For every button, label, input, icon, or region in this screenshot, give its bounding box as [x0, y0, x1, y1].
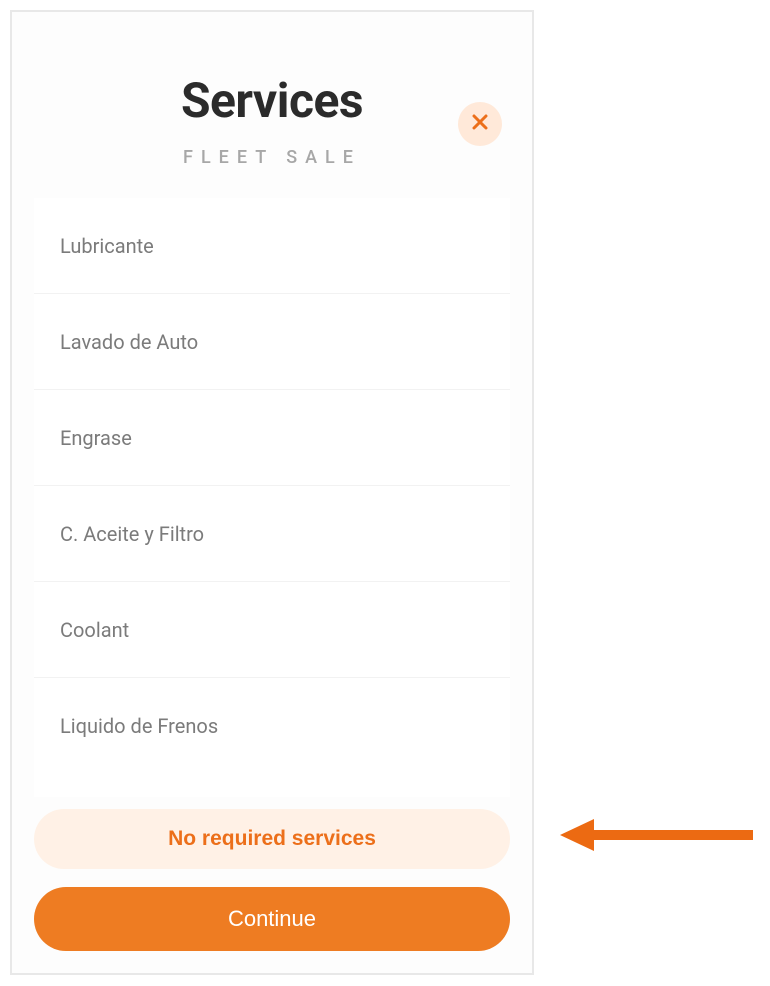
service-item-label: Coolant [60, 618, 129, 642]
service-item-aceite-filtro[interactable]: C. Aceite y Filtro [34, 486, 510, 582]
service-item-label: Engrase [60, 426, 132, 450]
arrow-left-icon [558, 815, 758, 859]
service-item-engrase[interactable]: Engrase [34, 390, 510, 486]
continue-button[interactable]: Continue [34, 887, 510, 951]
service-item-liquido-frenos[interactable]: Liquido de Frenos [34, 678, 510, 774]
service-item-lubricante[interactable]: Lubricante [34, 198, 510, 294]
service-item-label: Lubricante [60, 234, 154, 258]
close-icon [470, 112, 490, 136]
annotation-arrow [558, 815, 758, 859]
modal-subtitle: FLEET SALE [12, 147, 532, 168]
service-item-lavado[interactable]: Lavado de Auto [34, 294, 510, 390]
service-item-coolant[interactable]: Coolant [34, 582, 510, 678]
service-item-label: Lavado de Auto [60, 330, 198, 354]
modal-footer: No required services Continue [12, 797, 532, 973]
close-button[interactable] [458, 102, 502, 146]
service-item-label: Liquido de Frenos [60, 714, 218, 738]
no-required-services-button[interactable]: No required services [34, 809, 510, 869]
button-label: No required services [168, 827, 376, 851]
service-item-label: C. Aceite y Filtro [60, 522, 204, 546]
button-label: Continue [228, 906, 316, 932]
services-list: Lubricante Lavado de Auto Engrase C. Ace… [34, 198, 510, 797]
modal-header: Services FLEET SALE [12, 12, 532, 188]
services-modal: Services FLEET SALE Lubricante Lavado de… [10, 10, 534, 975]
modal-title: Services [12, 72, 532, 129]
